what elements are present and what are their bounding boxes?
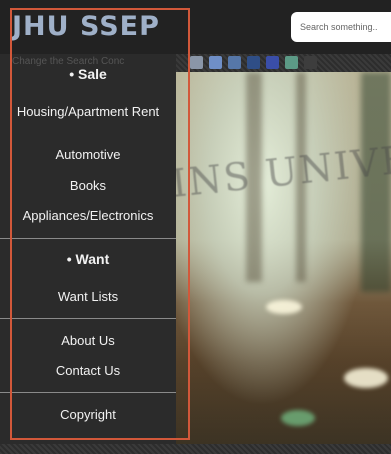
search-input[interactable]	[291, 12, 391, 42]
color-swatch[interactable]	[266, 56, 279, 69]
color-swatch[interactable]	[285, 56, 298, 69]
color-swatch[interactable]	[304, 56, 317, 69]
hero-image: INS UNIVERSITY	[176, 72, 391, 444]
color-swatch[interactable]	[190, 56, 203, 69]
obscured-text: Change the Search Conc	[12, 56, 125, 67]
color-swatch[interactable]	[228, 56, 241, 69]
top-bar: JHU SSEP	[0, 0, 391, 54]
color-swatch[interactable]	[209, 56, 222, 69]
sidebar-item-about[interactable]: About Us	[0, 333, 176, 348]
sidebar-menu: Change the Search Conc • Sale Housing/Ap…	[0, 54, 176, 444]
sidebar-item-automotive[interactable]: Automotive	[0, 147, 176, 162]
sidebar-header-want[interactable]: • Want	[0, 252, 176, 267]
sidebar-item-contact[interactable]: Contact Us	[0, 363, 176, 378]
hero-lamp	[266, 300, 302, 314]
hero-lamp	[281, 410, 315, 426]
sidebar-item-housing[interactable]: Housing/Apartment Rent	[0, 104, 176, 119]
hero-lamp	[344, 368, 388, 388]
sidebar-item-want-lists[interactable]: Want Lists	[0, 289, 176, 304]
color-swatch-bar	[176, 54, 391, 72]
hero-carved-text: INS UNIVERSITY	[176, 123, 391, 206]
sidebar-item-appliances[interactable]: Appliances/Electronics	[0, 208, 176, 223]
sidebar-item-books[interactable]: Books	[0, 178, 176, 193]
sidebar-header-sale[interactable]: • Sale	[0, 67, 176, 82]
color-swatch[interactable]	[247, 56, 260, 69]
sidebar-divider	[0, 392, 176, 393]
site-logo[interactable]: JHU SSEP	[12, 11, 160, 42]
sidebar-item-copyright[interactable]: Copyright	[0, 407, 176, 422]
sidebar-divider	[0, 238, 176, 239]
bottom-pattern	[0, 444, 391, 454]
sidebar-divider	[0, 318, 176, 319]
